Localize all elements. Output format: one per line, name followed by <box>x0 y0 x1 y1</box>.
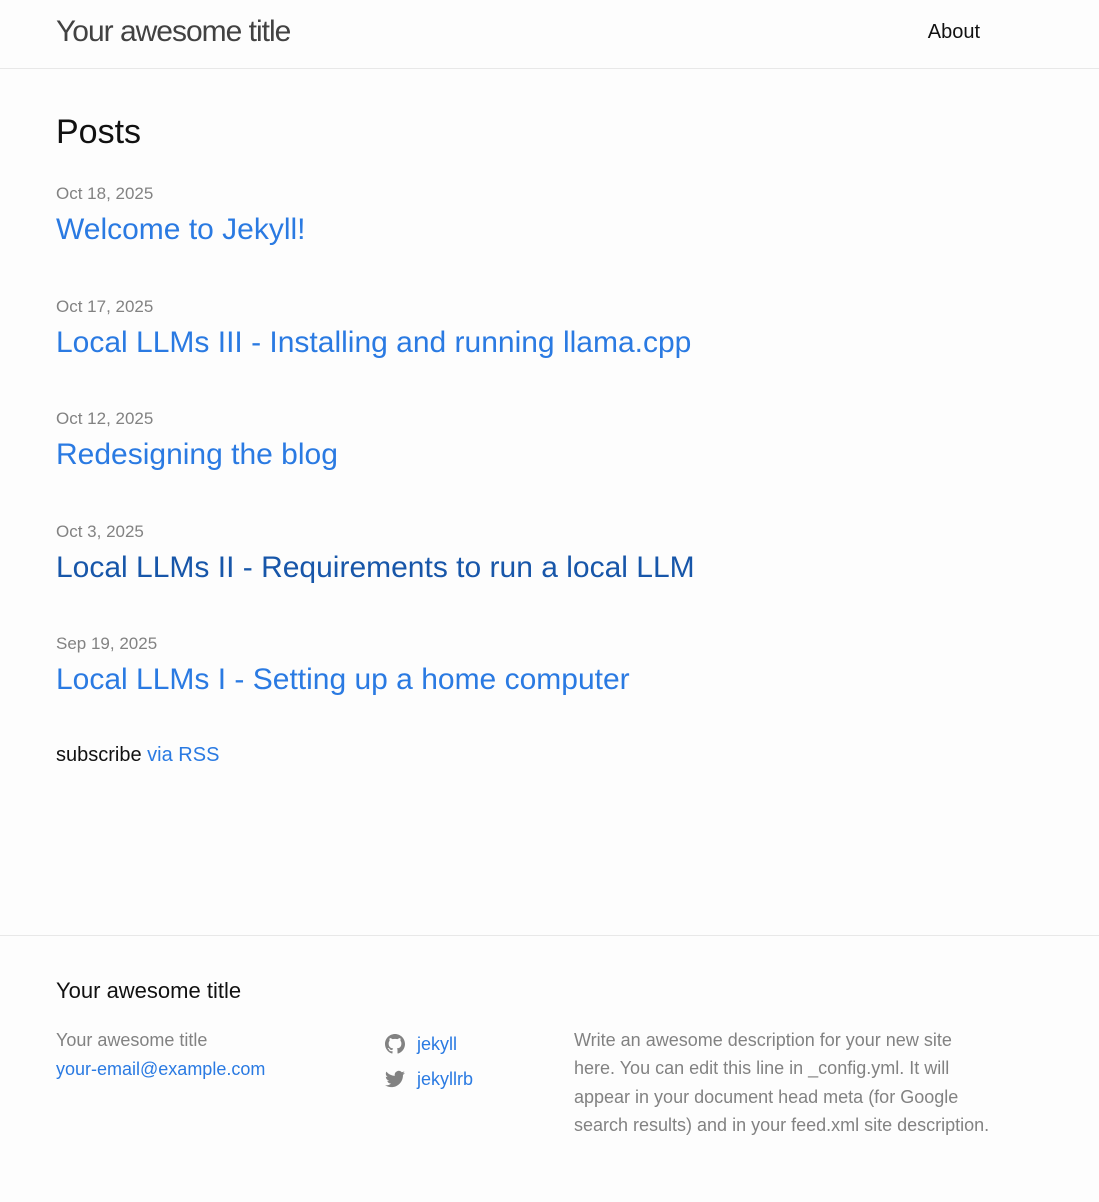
footer-social: jekyll jekyllrb <box>385 1026 473 1096</box>
post-title-link[interactable]: Redesigning the blog <box>56 433 695 477</box>
post-item: Oct 18, 2025 Welcome to Jekyll! <box>56 180 695 293</box>
post-date: Oct 17, 2025 <box>56 296 154 316</box>
nav-about-link[interactable]: About <box>928 20 980 44</box>
site-title-link[interactable]: Your awesome title <box>56 13 291 51</box>
post-date: Oct 18, 2025 <box>56 184 154 203</box>
post-date: Oct 12, 2025 <box>56 409 154 429</box>
post-item: Oct 12, 2025 Redesigning the blog <box>56 405 695 518</box>
twitter-username: jekyllrb <box>417 1068 474 1089</box>
footer-heading: Your awesome title <box>56 978 242 1003</box>
post-title-link[interactable]: Local LLMs I - Setting up a home compute… <box>56 658 695 702</box>
page-heading: Posts <box>56 113 142 151</box>
site-header: Your awesome title About <box>0 0 1099 69</box>
github-link[interactable]: jekyll <box>385 1026 473 1061</box>
footer-description: Write an awesome description for your ne… <box>574 1030 990 1135</box>
github-username: jekyll <box>417 1033 458 1054</box>
post-item: Oct 3, 2025 Local LLMs II - Requirements… <box>56 518 695 631</box>
footer-contact: Your awesome title your-email@example.co… <box>56 1026 265 1084</box>
post-item: Sep 19, 2025 Local LLMs I - Setting up a… <box>56 630 695 743</box>
post-date: Oct 3, 2025 <box>56 521 144 541</box>
footer-email-link[interactable]: your-email@example.com <box>56 1055 265 1084</box>
post-item: Oct 17, 2025 Local LLMs III - Installing… <box>56 293 695 406</box>
footer-contact-name: Your awesome title <box>56 1030 208 1050</box>
github-icon <box>385 1033 405 1054</box>
rss-prefix: subscribe <box>56 744 142 766</box>
post-title-link[interactable]: Welcome to Jekyll! <box>56 208 695 252</box>
site-footer: Your awesome title Your awesome title yo… <box>0 935 1099 1202</box>
post-date: Sep 19, 2025 <box>56 634 158 654</box>
twitter-link[interactable]: jekyllrb <box>385 1061 473 1096</box>
post-list: Oct 18, 2025 Welcome to Jekyll! Oct 17, … <box>56 180 695 743</box>
twitter-icon <box>385 1070 405 1087</box>
rss-subscribe: subscribe via RSS <box>56 741 219 769</box>
post-title-link[interactable]: Local LLMs III - Installing and running … <box>56 321 695 365</box>
post-title-link[interactable]: Local LLMs II - Requirements to run a lo… <box>56 546 695 590</box>
rss-link[interactable]: via RSS <box>147 744 219 766</box>
